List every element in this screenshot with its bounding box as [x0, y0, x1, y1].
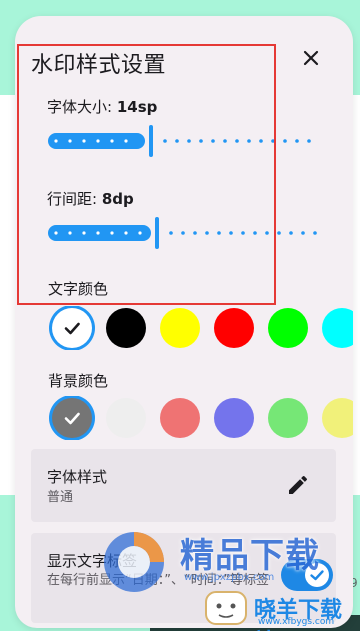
watermark-secondary-url: www.xfbygs.com: [258, 617, 335, 627]
background-color-label: 背景颜色: [48, 372, 109, 390]
slider-inactive-dot: [289, 231, 293, 235]
close-icon: [303, 50, 319, 66]
text-color-swatches: [15, 306, 353, 350]
xiaoyang-watermark: 晓羊下载站 www.xfbygs.com: [200, 588, 360, 631]
text-color-swatch[interactable]: [322, 308, 353, 348]
check-icon: [52, 398, 92, 438]
background-color-swatch[interactable]: [322, 398, 353, 438]
text-color-swatch[interactable]: [106, 308, 146, 348]
slider-inactive-dot: [307, 139, 311, 143]
pencil-icon: [289, 475, 308, 494]
text-color-swatch[interactable]: [52, 308, 92, 348]
slider-inactive-dot: [283, 139, 287, 143]
font-style-card[interactable]: 字体样式 普通: [31, 449, 336, 522]
slider-inactive-dot: [313, 231, 317, 235]
background-color-swatch[interactable]: [268, 398, 308, 438]
watermark-primary-text: 精品下载: [180, 536, 320, 576]
slider-inactive-dot: [295, 139, 299, 143]
background-color-swatch[interactable]: [160, 398, 200, 438]
text-color-swatch[interactable]: [160, 308, 200, 348]
check-icon: [52, 308, 92, 348]
background-color-swatch[interactable]: [106, 398, 146, 438]
background-color-swatch[interactable]: [214, 398, 254, 438]
text-color-swatch[interactable]: [214, 308, 254, 348]
watermark-logo-icon: [104, 532, 164, 592]
background-color-swatch[interactable]: [52, 398, 92, 438]
sheep-logo-icon: [205, 591, 247, 625]
red-highlight-box: [17, 44, 276, 305]
slider-inactive-dot: [301, 231, 305, 235]
font-style-title: 字体样式: [47, 468, 108, 486]
text-color-swatch[interactable]: [268, 308, 308, 348]
slider-inactive-dot: [277, 231, 281, 235]
background-color-swatches: [15, 396, 353, 440]
watermark-primary-url: www.jpxzpbx.com: [184, 572, 275, 583]
close-button[interactable]: [297, 44, 325, 72]
font-style-edit-button[interactable]: [286, 473, 310, 497]
font-style-value: 普通: [47, 490, 74, 505]
